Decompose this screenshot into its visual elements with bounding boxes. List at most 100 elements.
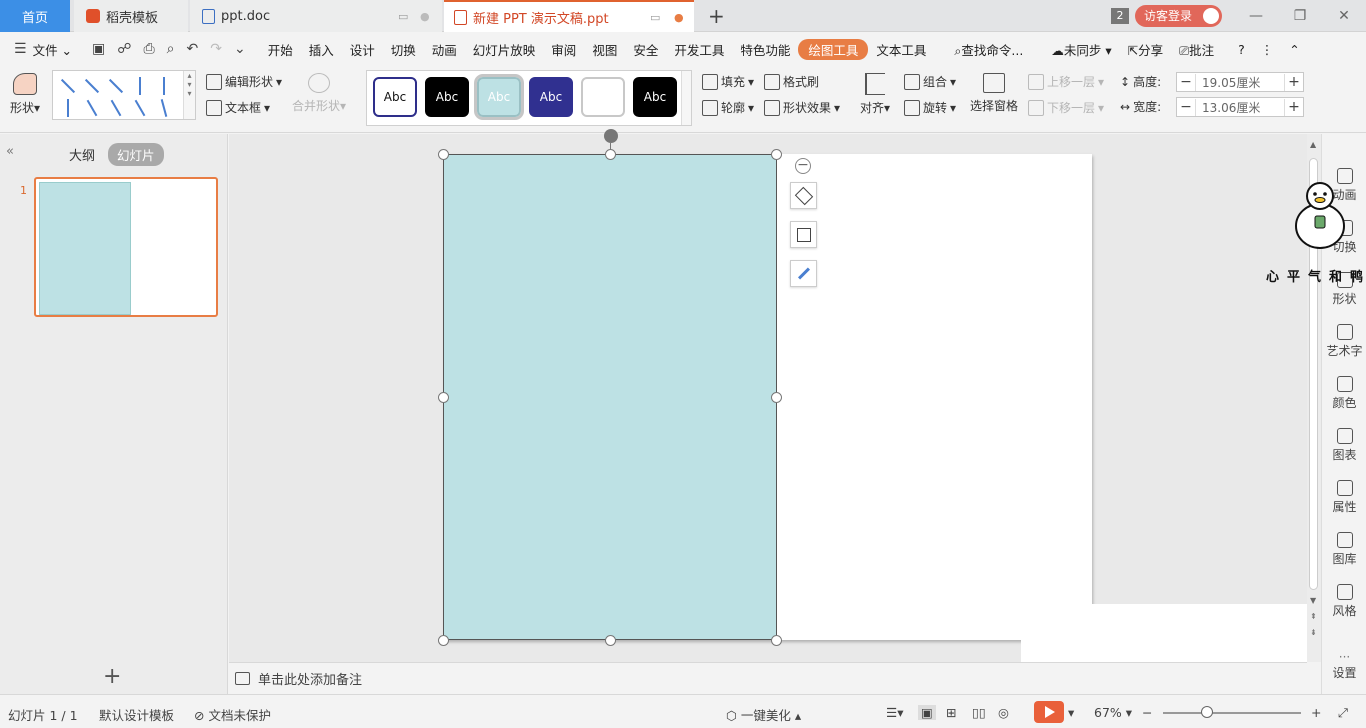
fill-button[interactable]: 填充 ▾ (702, 73, 754, 90)
notes-bar[interactable]: 单击此处添加备注 (229, 662, 1307, 693)
undo-icon[interactable]: ↶ (181, 41, 205, 57)
menu-features[interactable]: 特色功能 (732, 40, 798, 59)
menu-design[interactable]: 设计 (342, 40, 383, 59)
resize-handle-bottom-left[interactable] (438, 635, 449, 646)
style-tile-3[interactable]: Abc (474, 74, 524, 120)
line-shape-10[interactable] (160, 99, 168, 117)
resize-handle-top-right[interactable] (771, 149, 782, 160)
tab-ppt-unsaved-dot[interactable]: ● (674, 11, 684, 24)
resize-handle-bottom-right[interactable] (771, 635, 782, 646)
tab-daoke-templates[interactable]: 稻壳模板 (74, 0, 188, 32)
normal-view-icon[interactable]: ▣ (918, 705, 936, 720)
slide-sorter-view-icon[interactable]: ⊞ (946, 705, 956, 720)
play-slideshow-button[interactable] (1034, 701, 1064, 723)
resize-handle-top[interactable] (605, 149, 616, 160)
redo-icon[interactable]: ↷ (204, 41, 228, 57)
style-tile-2[interactable]: Abc (425, 77, 469, 117)
align-button[interactable]: 对齐▾ (860, 73, 890, 116)
float-toolbar-collapse-icon[interactable]: − (795, 158, 811, 174)
width-decrease-button[interactable]: − (1177, 99, 1195, 115)
selected-rectangle-shape[interactable] (438, 129, 782, 646)
style-tile-5[interactable] (581, 77, 625, 117)
height-stepper[interactable]: − 19.05厘米 + (1176, 72, 1304, 92)
outline-view-tab[interactable]: 大纲 (69, 145, 95, 164)
command-search[interactable]: ⌕查找命令... (946, 40, 1031, 59)
tab-doc-screen-icon[interactable]: ▭ (398, 10, 408, 23)
side-properties-button[interactable]: 属性 (1322, 480, 1366, 515)
height-value-field[interactable]: 19.05厘米 (1195, 73, 1285, 91)
notes-toggle-icon[interactable]: ☰▾ (886, 705, 903, 720)
width-stepper[interactable]: − 13.06厘米 + (1176, 97, 1304, 117)
side-gallery-button[interactable]: 图库 (1322, 532, 1366, 567)
height-decrease-button[interactable]: − (1177, 74, 1195, 90)
print-icon[interactable]: ⎙ (137, 41, 160, 57)
line-shape-7[interactable] (86, 99, 98, 117)
menu-slideshow[interactable]: 幻灯片放映 (465, 40, 544, 59)
line-gallery-scroll[interactable]: ▴ ▾ ▾ (183, 71, 195, 119)
resize-handle-bottom[interactable] (605, 635, 616, 646)
hamburger-icon[interactable]: ☰ (8, 41, 33, 57)
share-button[interactable]: ⇱分享 (1120, 40, 1172, 59)
collapse-panel-icon[interactable]: « (6, 144, 14, 159)
tab-doc[interactable]: ppt.doc ▭ ● (190, 0, 442, 32)
zoom-out-button[interactable]: − (1142, 705, 1152, 720)
group-button[interactable]: 组合 ▾ (904, 73, 956, 90)
tab-ppt-screen-icon[interactable]: ▭ (650, 11, 660, 24)
line-shape-8[interactable] (110, 99, 122, 117)
sync-status[interactable]: ☁未同步 ▾ (1043, 40, 1119, 59)
quick-access-dropdown-icon[interactable]: ⌄ (228, 41, 252, 57)
zoom-in-button[interactable]: + (1311, 705, 1321, 720)
send-backward-button[interactable]: 下移一层 ▾ (1028, 99, 1104, 116)
scroll-down-arrow[interactable]: ▼ (1310, 596, 1316, 605)
tab-ppt[interactable]: 新建 PPT 演示文稿.ppt ▭ ● (444, 0, 694, 32)
edit-shape-button[interactable]: 编辑形状 ▾ (206, 73, 282, 90)
cloud-save-icon[interactable]: ☍ (111, 41, 137, 57)
notes-placeholder[interactable]: 单击此处添加备注 (258, 669, 362, 688)
menu-text-tools[interactable]: 文本工具 (868, 40, 934, 59)
menu-drawing-tools[interactable]: 绘图工具 (798, 38, 869, 60)
new-tab-button[interactable]: + (708, 4, 725, 28)
menu-start[interactable]: 开始 (260, 40, 301, 59)
merge-shape-button[interactable]: 合并形状▾ (292, 73, 346, 114)
style-tile-4[interactable]: Abc (529, 77, 573, 117)
tab-home[interactable]: 首页 (0, 0, 70, 32)
menu-developer[interactable]: 开发工具 (666, 40, 732, 59)
side-color-button[interactable]: 颜色 (1322, 376, 1366, 411)
outline-button[interactable]: 轮廓 ▾ (702, 99, 754, 116)
side-settings-button[interactable]: ··· 设置 (1322, 650, 1366, 681)
side-chart-button[interactable]: 图表 (1322, 428, 1366, 463)
resize-handle-left[interactable] (438, 392, 449, 403)
rotate-button[interactable]: 旋转 ▾ (904, 99, 956, 116)
reading-view-icon[interactable]: ▯▯ (972, 705, 986, 720)
menu-animation[interactable]: 动画 (424, 40, 465, 59)
menu-review[interactable]: 审阅 (543, 40, 584, 59)
play-options-dropdown-icon[interactable]: ▾ (1068, 705, 1074, 720)
menu-file[interactable]: 文件 ⌄ (33, 40, 80, 59)
collapse-ribbon-icon[interactable]: ⌃ (1281, 42, 1307, 57)
width-increase-button[interactable]: + (1285, 99, 1303, 115)
close-window-button[interactable]: ✕ (1322, 8, 1366, 24)
menu-view[interactable]: 视图 (584, 40, 625, 59)
zoom-level[interactable]: 67% ▾ (1094, 705, 1132, 720)
editing-canvas[interactable]: − (229, 129, 1307, 662)
bring-forward-button[interactable]: 上移一层 ▾ (1028, 73, 1104, 90)
float-format-painter-button[interactable] (790, 260, 817, 287)
width-value-field[interactable]: 13.06厘米 (1195, 98, 1285, 116)
styles-gallery-scroll[interactable] (681, 71, 691, 125)
menu-insert[interactable]: 插入 (301, 40, 342, 59)
help-button[interactable]: ? (1230, 42, 1253, 57)
design-template-label[interactable]: 默认设计模板 (99, 705, 174, 724)
minimize-button[interactable]: — (1234, 8, 1278, 24)
fit-window-icon[interactable]: ⤢ (1338, 705, 1348, 721)
zoom-slider-knob[interactable] (1201, 706, 1213, 718)
line-shape-6[interactable] (67, 99, 69, 117)
selection-pane-button[interactable]: 选择窗格 (970, 73, 1018, 114)
comment-button[interactable]: ⎚批注 (1171, 40, 1222, 59)
resize-handle-top-left[interactable] (438, 149, 449, 160)
line-shape-2[interactable] (84, 78, 100, 94)
save-icon[interactable]: ▣ (86, 41, 111, 57)
shape-effect-button[interactable]: 形状效果 ▾ (764, 99, 840, 116)
add-slide-button[interactable]: + (103, 664, 121, 689)
scroll-up-arrow[interactable]: ▲ (1310, 140, 1316, 149)
textbox-button[interactable]: 文本框 ▾ (206, 99, 270, 116)
